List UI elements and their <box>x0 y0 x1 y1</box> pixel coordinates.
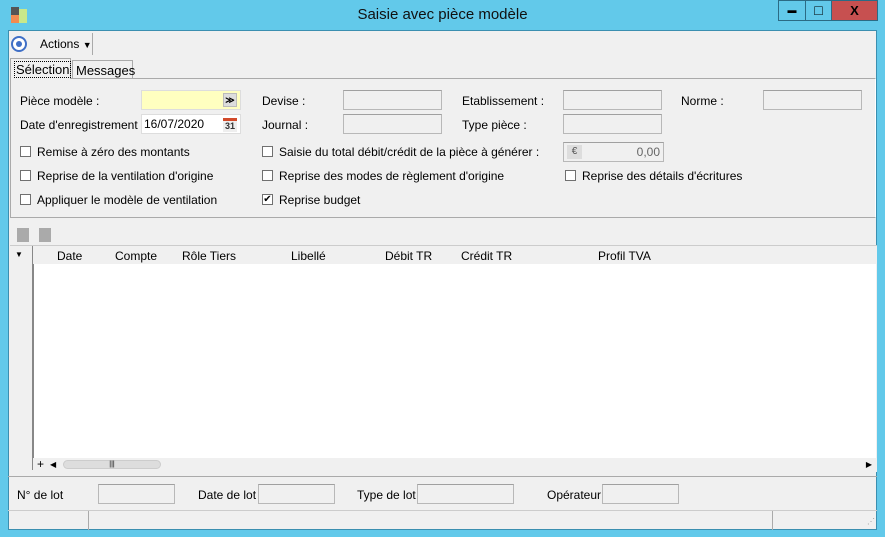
checkbox-label: Appliquer le modèle de ventilation <box>37 193 218 207</box>
column-header[interactable]: Date <box>57 249 82 263</box>
checkbox-label: Reprise des modes de règlement d'origine <box>279 169 505 183</box>
checkbox-box[interactable] <box>20 146 31 157</box>
checkbox-box[interactable]: ✔ <box>262 194 273 205</box>
status-bar: ⋰ <box>8 510 877 530</box>
column-header[interactable]: Rôle Tiers <box>182 249 236 263</box>
checkbox-label: Reprise des détails d'écritures <box>582 169 743 183</box>
scroll-left-icon: ◀ <box>50 460 57 469</box>
tab-selection[interactable]: Sélection <box>10 58 72 79</box>
checkbox-box[interactable] <box>20 194 31 205</box>
operateur-label: Opérateur <box>547 488 602 502</box>
caret-down-icon: ▼ <box>82 40 92 50</box>
etablissement-input[interactable] <box>563 90 662 110</box>
resize-grip-icon[interactable]: ⋰ <box>867 517 875 526</box>
devise-input[interactable] <box>343 90 442 110</box>
etablissement-label: Etablissement : <box>462 94 545 108</box>
journal-input[interactable] <box>343 114 442 134</box>
type-lot-input[interactable] <box>417 484 514 504</box>
scroll-thumb[interactable]: ||| <box>63 460 161 469</box>
actions-label: Actions <box>40 37 80 51</box>
grid-add-row-icon[interactable] <box>17 228 29 242</box>
norme-label: Norme : <box>681 94 724 108</box>
grid-add-button[interactable]: + <box>34 458 47 471</box>
date-lot-label: Date de lot <box>198 488 257 502</box>
minimize-button[interactable]: ▬ <box>778 0 806 21</box>
lot-label: N° de lot <box>17 488 64 502</box>
checkbox-box[interactable] <box>20 170 31 181</box>
actions-menu[interactable]: Actions ▼ <box>40 37 92 51</box>
lot-input[interactable] <box>98 484 175 504</box>
column-header[interactable]: Libellé <box>291 249 326 263</box>
scroll-right-icon: ▶ <box>865 460 872 469</box>
window-title: Saisie avec pièce modèle <box>357 6 528 23</box>
calendar-icon[interactable]: 31 <box>223 118 237 132</box>
type-piece-label: Type pièce : <box>462 118 527 132</box>
piece-modele-input[interactable]: ≫ <box>141 90 241 110</box>
montant-input[interactable]: €0,00 <box>563 142 664 162</box>
type-piece-input[interactable] <box>563 114 662 134</box>
checkbox-label: Reprise budget <box>279 193 361 207</box>
double-chevron-down-icon[interactable]: ≫ <box>223 93 237 107</box>
column-header[interactable]: Débit TR <box>385 249 432 263</box>
checkbox-box[interactable] <box>262 170 273 181</box>
journal-label: Journal : <box>262 118 309 132</box>
column-chooser-icon[interactable]: ▼ <box>15 250 23 259</box>
grid-body <box>33 264 876 458</box>
devise-label: Devise : <box>262 94 306 108</box>
checkbox-label: Reprise de la ventilation d'origine <box>37 169 214 183</box>
tab-messages[interactable]: Messages <box>72 60 135 79</box>
checkbox-box[interactable] <box>262 146 273 157</box>
norme-input[interactable] <box>763 90 862 110</box>
column-header[interactable]: Crédit TR <box>461 249 512 263</box>
column-header[interactable]: Profil TVA <box>598 249 651 263</box>
date-label: Date d'enregistrement : <box>20 118 145 132</box>
column-header[interactable]: Compte <box>115 249 157 263</box>
checkbox-label: Saisie du total débit/crédit de la pièce… <box>279 145 540 159</box>
euro-icon: € <box>567 145 582 159</box>
target-icon[interactable] <box>11 36 27 52</box>
close-button[interactable]: X <box>831 0 878 21</box>
grid-edit-icon[interactable] <box>39 228 51 242</box>
app-icon <box>11 7 27 23</box>
date-input[interactable]: 16/07/2020 31 <box>141 114 241 134</box>
date-lot-input[interactable] <box>258 484 335 504</box>
maximize-button[interactable]: □ <box>805 0 832 21</box>
piece-modele-label: Pièce modèle : <box>20 94 100 108</box>
checkbox-label: Remise à zéro des montants <box>37 145 190 159</box>
checkbox-box[interactable] <box>565 170 576 181</box>
operateur-input[interactable] <box>602 484 679 504</box>
horizontal-scrollbar[interactable]: ◀ ||| ▶ <box>48 459 874 471</box>
type-lot-label: Type de lot <box>357 488 416 502</box>
toolbar-separator <box>92 33 93 55</box>
